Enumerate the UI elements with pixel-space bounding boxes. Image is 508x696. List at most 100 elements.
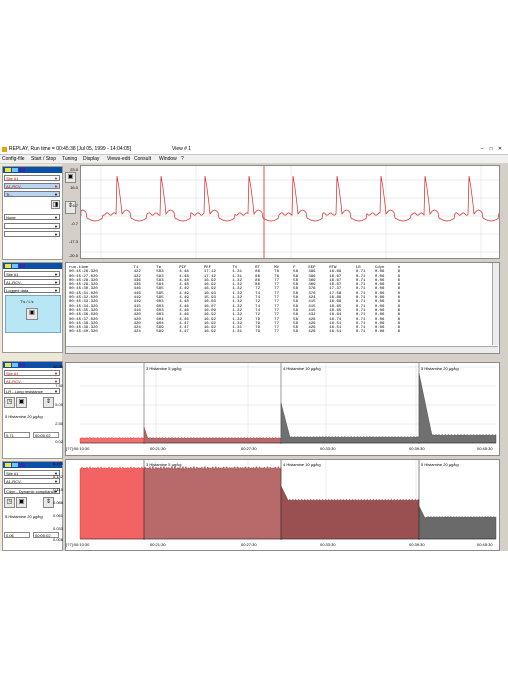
- y-tick: 0.142: [52, 474, 63, 479]
- minimize-icon[interactable]: –: [478, 146, 486, 152]
- data-table-panel: run-time Ti Te PIF PEF TV RT MV F EEP RTW LR Cdyn n 0…: [65, 262, 500, 354]
- table-cell: 1.31: [232, 330, 242, 335]
- waveform-panel: [80, 165, 500, 259]
- menu-start-stop[interactable]: Start / Stop: [31, 156, 56, 162]
- menu-config-file[interactable]: Config-file: [2, 156, 25, 162]
- trend1-controls: Site #1 ▼ A1-RCV- ▼ LR - Lung resistance ▼ …: [2, 361, 63, 459]
- table-cell: 426: [308, 330, 316, 335]
- y-tick: 5.00: [55, 402, 63, 407]
- table-cell: 00:45:40.320: [69, 330, 98, 335]
- waveform-chart: [80, 166, 500, 258]
- table-cell: 16.51: [329, 330, 342, 335]
- y-tick: -20.0: [68, 253, 78, 258]
- y-tick: 10.00: [52, 364, 63, 369]
- table-cell: 77: [274, 330, 279, 335]
- tertiary-select[interactable]: ▼: [4, 231, 60, 237]
- export-button[interactable]: ▣: [26, 308, 38, 320]
- close-icon[interactable]: ✕: [496, 146, 504, 152]
- table-row: 00:45:40.320 424 599 4.47 16.92 1.31 79 77 58 426…: [69, 330, 409, 334]
- app-window: REPLAY, Run time = 00:45:38 [Jul 05, 199…: [0, 145, 508, 551]
- waveform-settings-button[interactable]: ◨: [51, 200, 60, 209]
- image-button[interactable]: ▣: [16, 497, 27, 508]
- y-tick: 0.033: [52, 526, 63, 531]
- menu-help[interactable]: ?: [181, 156, 184, 162]
- trend2-series-darkbrown: [280, 485, 420, 540]
- y-tick: 23.0: [70, 167, 78, 172]
- event-annotation: 3 Histamine 5 µg/kg: [146, 366, 182, 371]
- table-cell: 58: [293, 330, 298, 335]
- table-cell: 424: [133, 330, 141, 335]
- overlay-select[interactable]: None ▼: [4, 214, 60, 220]
- channel-select[interactable]: A1-RCV- ▼: [4, 183, 60, 189]
- x-tick: 00:21:30: [150, 446, 166, 451]
- horizontal-scrollbar[interactable]: [66, 346, 498, 353]
- x-tick: 00:39:30: [409, 542, 425, 547]
- table-cell: 599: [156, 330, 164, 335]
- parameter-select[interactable]: LR - Lung resistance ▼: [4, 388, 60, 394]
- y-tick: 7.50: [55, 383, 63, 388]
- control-sidebar: Site #1 ▼ A1-RCV- ▼ Tr... ▼ ◨ None ▼ ▼ ▼ ▣ ⇕…: [0, 164, 76, 551]
- menu-consult[interactable]: Consult: [134, 156, 151, 162]
- menu-window[interactable]: Window: [159, 156, 177, 162]
- x-tick: [?7]:00:10:30: [66, 446, 90, 451]
- event-annotation: 5 Histamine 20 µg/kg: [421, 366, 459, 371]
- site-select[interactable]: Site #1 ▼: [4, 370, 60, 376]
- trend1-series-brown: [143, 426, 282, 444]
- trend2-series-grey: [418, 505, 497, 540]
- x-tick: 00:39:30: [409, 446, 425, 451]
- table-cell: 8: [397, 330, 401, 335]
- site-select[interactable]: Site #1 ▼: [4, 271, 60, 277]
- menu-bar: Config-file Start / Stop Tuning Display …: [0, 155, 508, 163]
- y-tick: 0.170: [52, 461, 63, 466]
- menu-display[interactable]: Display: [83, 156, 99, 162]
- image-button[interactable]: ▣: [16, 397, 27, 408]
- secondary-select[interactable]: ▼: [4, 223, 60, 229]
- app-icon: [2, 147, 7, 152]
- channel-select[interactable]: A1-RCV- ▼: [4, 279, 60, 285]
- table-cell: 0.06: [374, 330, 385, 335]
- x-tick: 00:33:30: [320, 446, 336, 451]
- maximize-icon[interactable]: □: [487, 146, 495, 152]
- x-tick: 00:21:30: [150, 542, 166, 547]
- y-tick: 0.115: [53, 487, 63, 492]
- pane-header: [3, 263, 62, 269]
- trend2-series-red: [79, 466, 145, 540]
- zoom-button[interactable]: ◳: [4, 397, 15, 408]
- data-table: run-time Ti Te PIF PEF TV RT MV F EEP RTW LR Cdyn n 0…: [69, 266, 409, 335]
- units-box: T's / L's ▣: [5, 295, 61, 333]
- trend1-panel: 3 Histamine 5 µg/kg 4 Histamine 10 µg/kg…: [65, 362, 500, 456]
- time-field[interactable]: 00:00:02: [33, 432, 59, 438]
- menu-views-edit[interactable]: Views-edit: [107, 156, 130, 162]
- vertical-scrollbar[interactable]: [492, 263, 499, 345]
- event-label: 5 Histamine 20 µg/kg: [5, 414, 43, 419]
- data-mode-select[interactable]: Logged data ▼: [4, 287, 60, 293]
- pane-header: [3, 167, 62, 173]
- y-tick: 0.088: [52, 500, 63, 505]
- y-tick: -17.3: [68, 239, 78, 244]
- y-tick: 6.7: [72, 203, 78, 208]
- trend1-series-grey: [280, 372, 497, 444]
- zoom-button[interactable]: ◳: [4, 497, 15, 508]
- event-annotation: 4 Histamine 10 µg/kg: [283, 366, 321, 371]
- x-tick: [?7]:00:10:30: [66, 542, 90, 547]
- trend2-series-brown: [143, 465, 282, 540]
- site-select[interactable]: Site #1 ▼: [4, 175, 60, 181]
- trend1-chart: [79, 363, 497, 444]
- event-annotation: 5 Histamine 20 µg/kg: [421, 462, 459, 467]
- menu-tuning[interactable]: Tuning: [62, 156, 77, 162]
- table-cell: 16.92: [203, 330, 216, 335]
- waveform-controls: Site #1 ▼ A1-RCV- ▼ Tr... ▼ ◨ None ▼ ▼ ▼: [2, 166, 63, 260]
- x-tick: 00:45:30: [477, 542, 493, 547]
- value-field[interactable]: 0.06: [4, 532, 30, 538]
- value-field[interactable]: 0.71: [4, 432, 30, 438]
- trend1-series-red: [79, 436, 145, 444]
- units-label: T's / L's: [20, 299, 34, 304]
- signal-select[interactable]: Tr... ▼: [4, 191, 60, 197]
- x-tick: 00:45:30: [477, 446, 493, 451]
- y-tick: 0.061: [52, 513, 63, 518]
- image-button[interactable]: ▣: [65, 172, 76, 183]
- trend2-chart: [79, 460, 497, 540]
- table-cell: 4.47: [179, 330, 189, 335]
- x-tick: 00:33:30: [320, 542, 336, 547]
- window-title: REPLAY, Run time = 00:45:38 [Jul 05, 199…: [9, 146, 131, 152]
